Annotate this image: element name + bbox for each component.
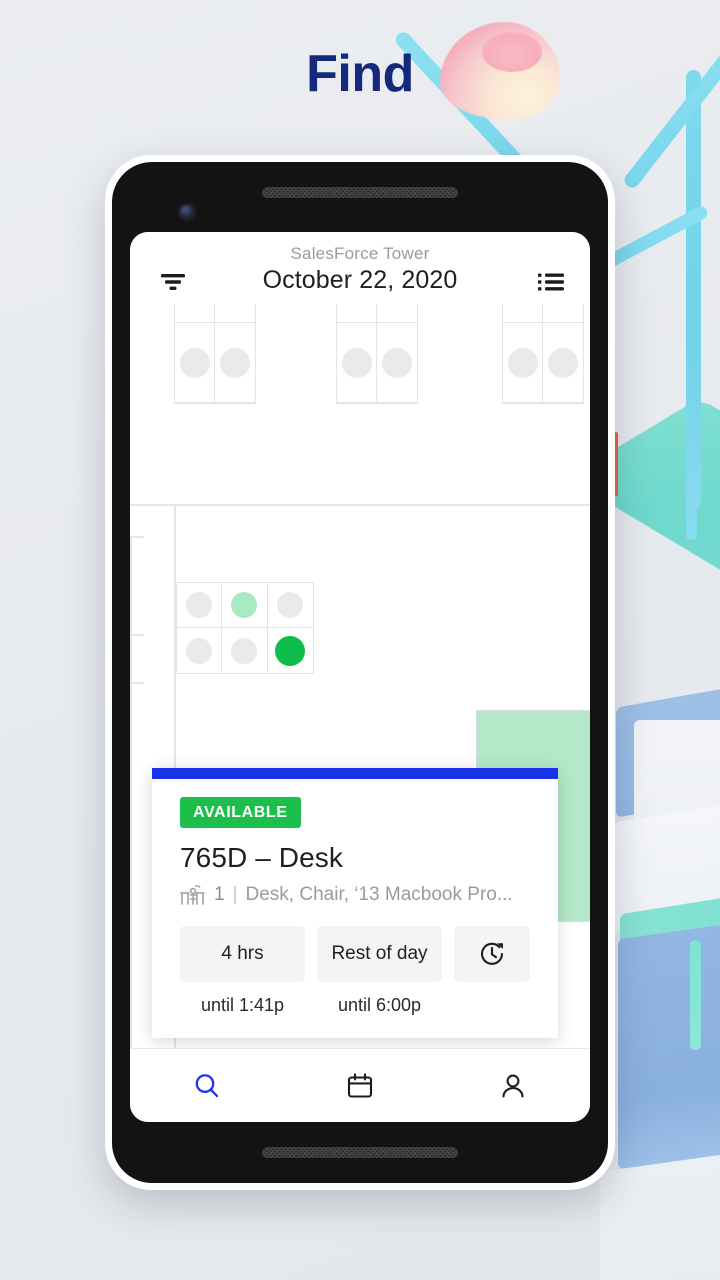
calendar-icon: [347, 1072, 373, 1098]
desk-cell[interactable]: [503, 323, 543, 403]
desk-cell[interactable]: [377, 323, 417, 403]
desk-cell[interactable]: [377, 304, 417, 323]
desk-cell[interactable]: [337, 323, 377, 403]
desk-cell[interactable]: [177, 583, 223, 628]
desk-dot[interactable]: [382, 347, 412, 378]
booking-actions: 4 hrs Rest of day: [180, 926, 530, 982]
filter-button[interactable]: [156, 268, 190, 296]
nav-item-calendar[interactable]: [283, 1071, 436, 1101]
card-body: AVAILABLE 765D – Desk 1 | Desk, Chair, ‘…: [152, 779, 558, 1038]
sublabel-spacer: [454, 995, 530, 1016]
desk-dot[interactable]: [220, 347, 250, 378]
phone-device: SalesForce Tower October 22, 2020 AVAILA…: [105, 155, 615, 1190]
front-camera-icon: [180, 205, 194, 219]
desk-dot[interactable]: [507, 347, 538, 378]
iso-mint-stem: [690, 940, 701, 1050]
iso-block-lower: [618, 912, 720, 1170]
meta-separator: |: [232, 884, 238, 905]
desk-cell[interactable]: [215, 304, 255, 323]
nav-item-profile[interactable]: [437, 1071, 590, 1101]
capacity-value: 1: [214, 884, 225, 905]
desk-cell[interactable]: [222, 583, 268, 628]
card-accent-bar: [152, 768, 558, 779]
app-header: SalesForce Tower October 22, 2020: [130, 232, 590, 304]
desk-cell[interactable]: [503, 304, 543, 323]
app-screen: SalesForce Tower October 22, 2020 AVAILA…: [130, 232, 590, 1122]
until-4hrs-label: until 1:41p: [200, 995, 285, 1015]
desk-cell[interactable]: [337, 304, 377, 323]
earpiece-speaker-grille: [262, 187, 458, 198]
book-rest-of-day-button[interactable]: Rest of day: [317, 926, 442, 982]
amenities-list: Desk, Chair, ‘13 Macbook Pro...: [245, 884, 513, 905]
building-name: SalesForce Tower: [290, 244, 430, 263]
floorplan-map[interactable]: AVAILABLE 765D – Desk 1 | Desk, Chair, ‘…: [130, 304, 590, 1048]
until-rest-of-day-label: until 6:00p: [337, 995, 422, 1015]
wall-horizontal-main: [130, 504, 590, 506]
status-badge: AVAILABLE: [180, 797, 301, 828]
desk-dot[interactable]: [179, 347, 210, 378]
desk-cell[interactable]: [175, 304, 215, 323]
desk-cluster-top-1[interactable]: [174, 304, 256, 404]
desk-cell-selected[interactable]: [268, 628, 313, 673]
desk-dot[interactable]: [277, 592, 304, 618]
wall-corridor-tick-2: [130, 634, 144, 636]
date-label: October 22, 2020: [262, 266, 458, 294]
desk-title: 765D – Desk: [180, 842, 343, 873]
desk-cluster-top-2[interactable]: [336, 304, 418, 404]
desk-dot[interactable]: [186, 592, 213, 618]
desk-detail-card: AVAILABLE 765D – Desk 1 | Desk, Chair, ‘…: [152, 768, 558, 1038]
desk-person-icon: [180, 885, 205, 905]
desk-dot[interactable]: [231, 637, 258, 664]
desk-cluster-top-3[interactable]: [502, 304, 584, 404]
wall-corridor-tick-3: [130, 682, 144, 684]
desk-dot[interactable]: [548, 347, 578, 378]
booking-sublabels: until 1:41p until 6:00p: [180, 995, 530, 1016]
nav-item-search[interactable]: [130, 1071, 283, 1101]
search-icon: [195, 1073, 218, 1097]
phone-bezel: SalesForce Tower October 22, 2020 AVAILA…: [112, 162, 608, 1183]
wall-corridor-outer: [130, 536, 132, 1048]
bottom-navigation: [130, 1048, 590, 1122]
desk-meta: 1 | Desk, Chair, ‘13 Macbook Pro...: [180, 884, 530, 906]
clock-history-icon: [481, 942, 504, 965]
desk-cell[interactable]: [267, 583, 313, 628]
custom-time-button[interactable]: [454, 926, 530, 982]
list-view-button[interactable]: [534, 268, 568, 296]
desk-cell[interactable]: [175, 323, 215, 403]
desk-dot[interactable]: [341, 347, 372, 378]
lamp-stand-icon: [686, 70, 701, 510]
desk-dot-selected[interactable]: [275, 635, 306, 666]
desk-cell[interactable]: [543, 304, 583, 323]
person-icon: [502, 1074, 524, 1098]
list-view-icon: [538, 273, 564, 291]
desk-cell[interactable]: [543, 323, 583, 403]
desk-dot[interactable]: [186, 637, 213, 664]
page-title: Find: [306, 45, 414, 103]
desk-dot-available[interactable]: [231, 592, 258, 618]
book-4hrs-button[interactable]: 4 hrs: [180, 926, 305, 982]
desk-cell[interactable]: [215, 323, 255, 403]
desk-cluster-main[interactable]: [176, 582, 314, 674]
wall-corridor-tick-1: [130, 536, 144, 538]
filter-icon: [161, 274, 185, 290]
bottom-speaker-grille: [262, 1147, 458, 1158]
desk-cell[interactable]: [222, 628, 268, 673]
desk-cell[interactable]: [177, 628, 223, 673]
